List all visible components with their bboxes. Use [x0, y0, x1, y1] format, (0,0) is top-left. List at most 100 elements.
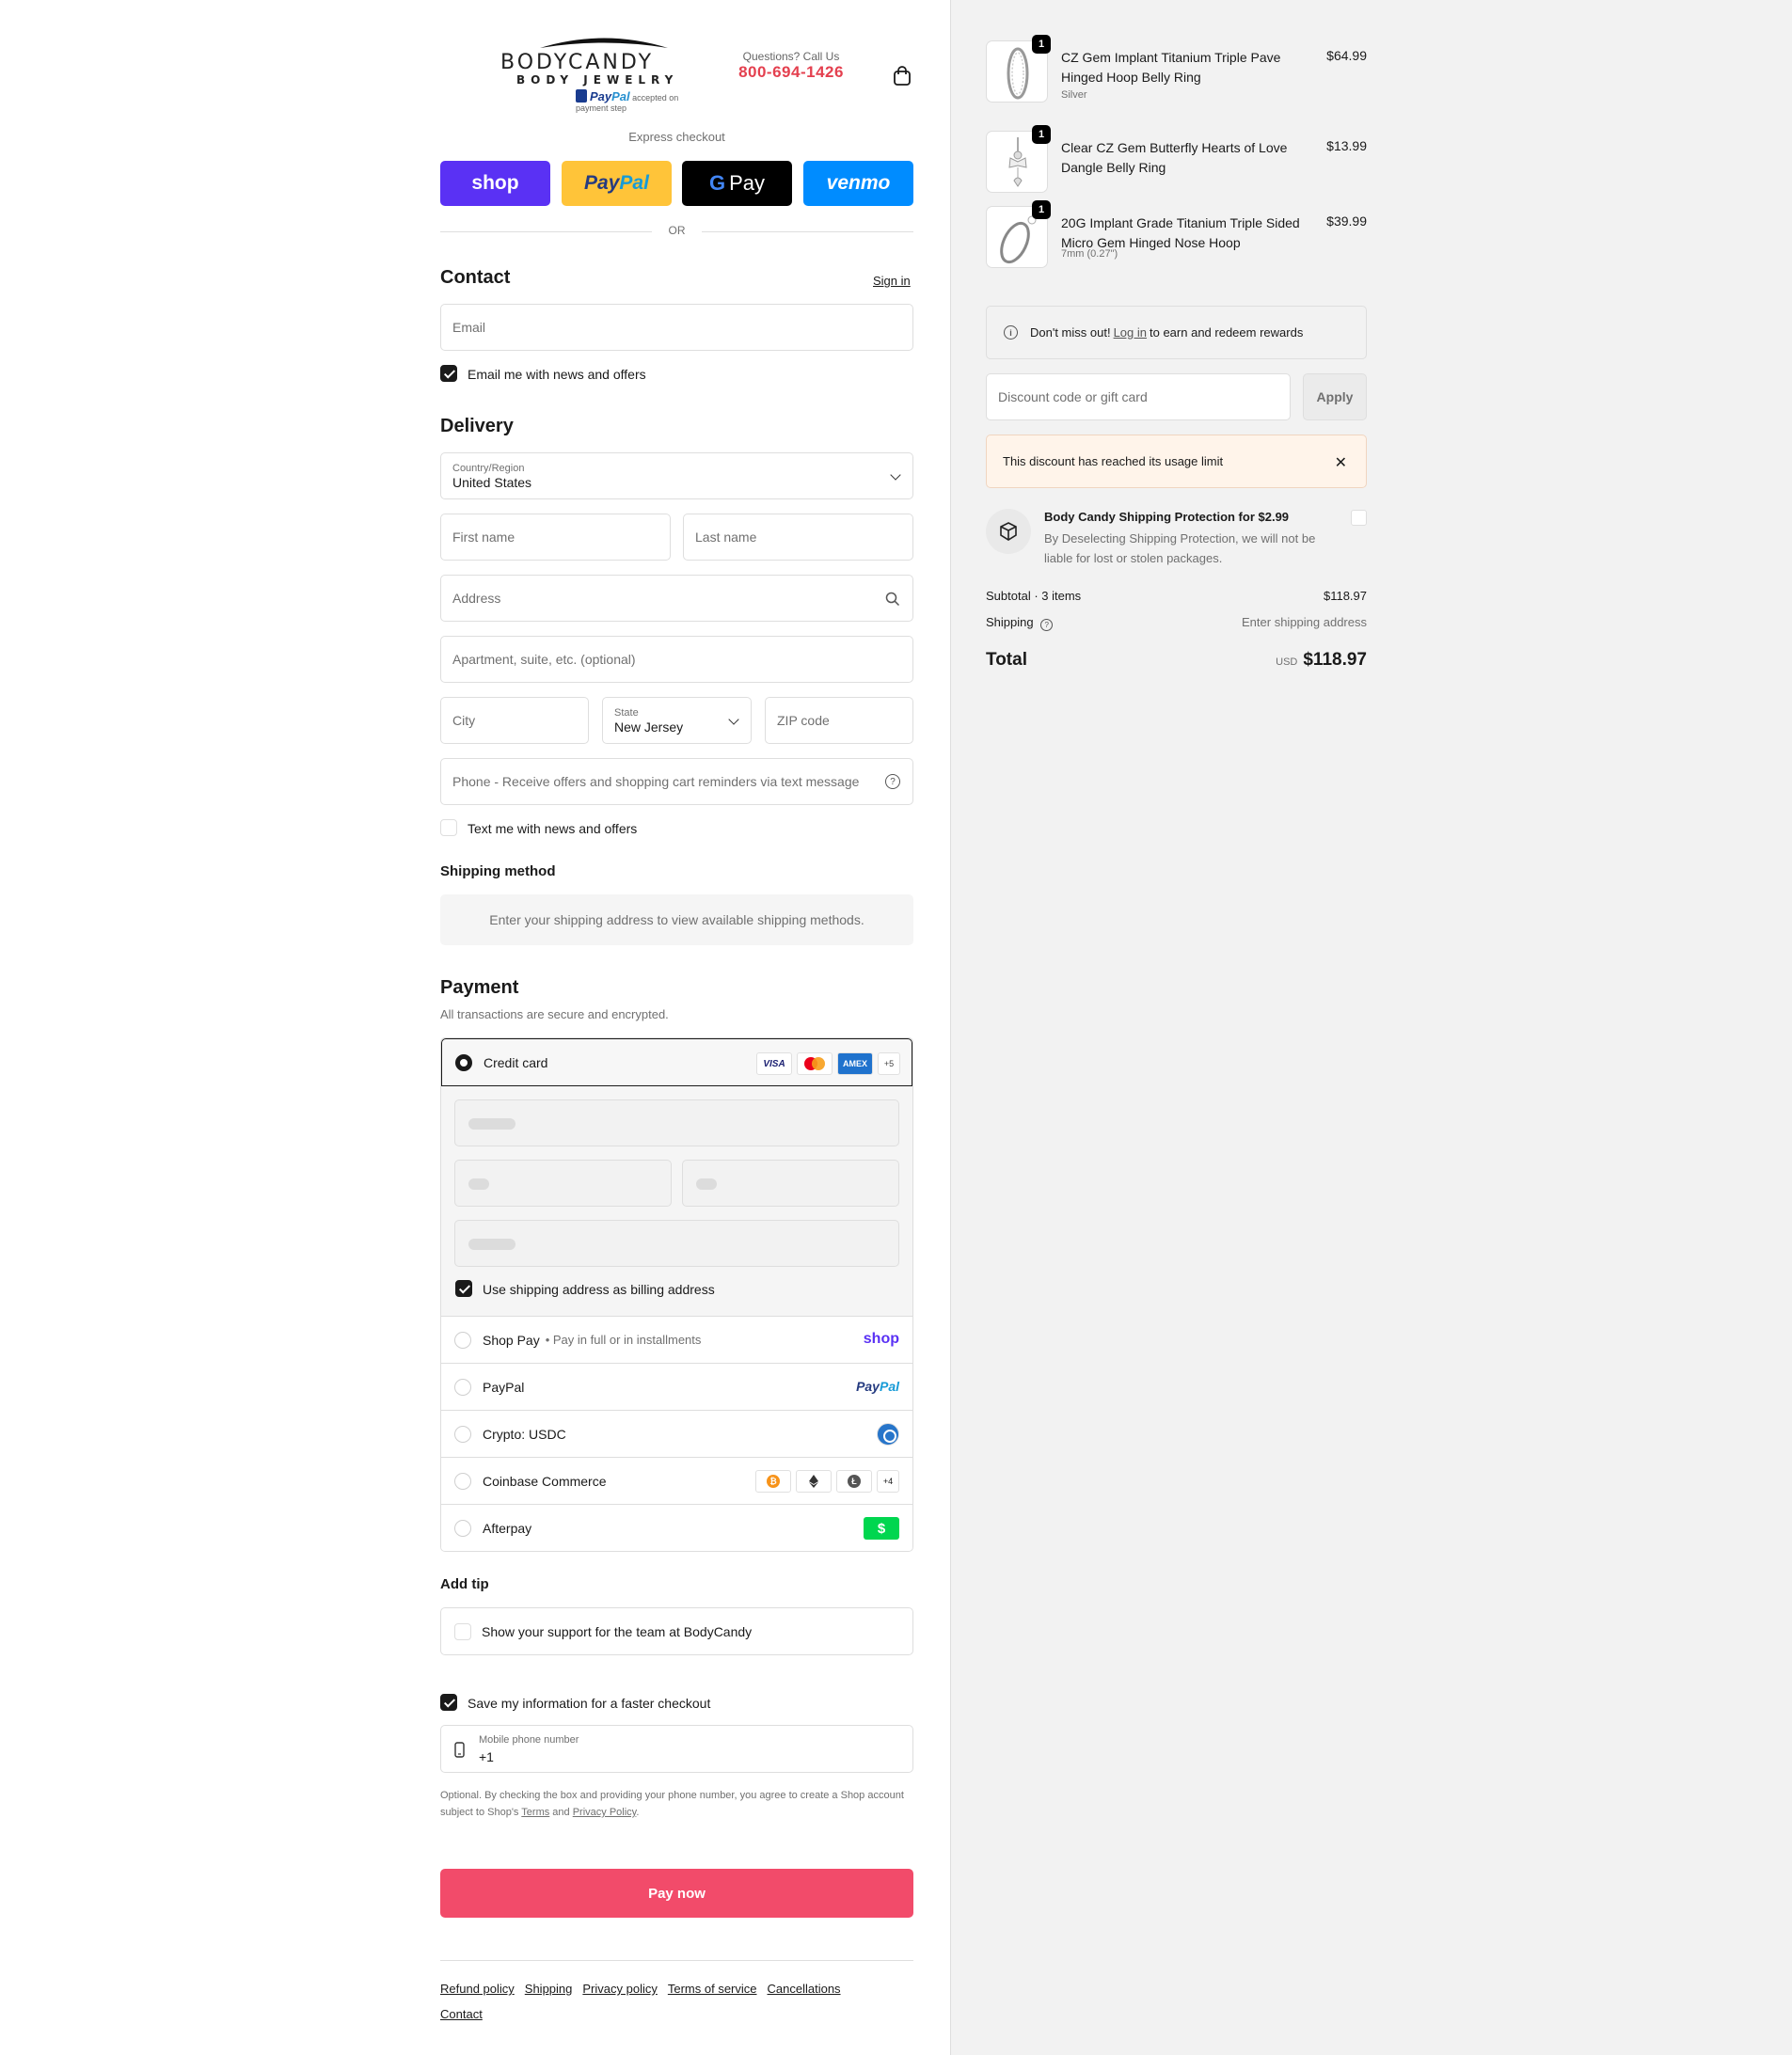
mobile-phone-value: +1 — [479, 1749, 494, 1764]
info-icon: i — [1004, 325, 1018, 340]
brand-logo[interactable]: BODYCANDY BODY JEWELRY PayPal accepted o… — [500, 34, 712, 113]
total-value: $118.97 — [1303, 650, 1367, 670]
payment-subtitle: All transactions are secure and encrypte… — [440, 1007, 669, 1021]
terms-link[interactable]: Terms — [521, 1807, 549, 1818]
product-name: Clear CZ Gem Butterfly Hearts of Love Da… — [1061, 140, 1288, 175]
protection-checkbox[interactable] — [1351, 510, 1367, 526]
shipping-method-title: Shipping method — [440, 863, 556, 879]
expiration-field[interactable] — [454, 1160, 672, 1207]
product-name: CZ Gem Implant Titanium Triple Pave Hing… — [1061, 50, 1281, 85]
paypal-mark-icon — [576, 89, 587, 103]
ethereum-icon — [796, 1470, 832, 1493]
save-info-checkbox[interactable] — [440, 1694, 457, 1711]
log-in-link[interactable]: Log in — [1114, 325, 1147, 340]
email-field[interactable]: Email — [440, 304, 913, 351]
text-opt-in-checkbox[interactable] — [440, 819, 457, 836]
shop-pay-option[interactable]: Shop Pay • Pay in full or in installment… — [441, 1316, 912, 1363]
more-cards-badge: +5 — [878, 1052, 900, 1075]
crypto-usdc-option[interactable]: Crypto: USDC — [441, 1410, 912, 1457]
name-on-card-field[interactable] — [454, 1220, 899, 1267]
mobile-phone-field[interactable]: Mobile phone number +1 — [440, 1725, 913, 1773]
email-opt-in-checkbox[interactable] — [440, 365, 457, 382]
afterpay-radio[interactable] — [454, 1519, 471, 1537]
package-icon — [986, 509, 1031, 554]
privacy-policy-link[interactable]: Privacy Policy — [573, 1807, 637, 1818]
save-info-label: Save my information for a faster checkou… — [468, 1696, 711, 1711]
coinbase-radio[interactable] — [454, 1472, 471, 1490]
quantity-badge: 1 — [1032, 200, 1051, 219]
security-code-field[interactable] — [682, 1160, 899, 1207]
terms-of-service-link[interactable]: Terms of service — [668, 1982, 757, 1996]
help-icon[interactable]: ? — [885, 774, 900, 789]
checkout-main: BODYCANDY BODY JEWELRY PayPal accepted o… — [0, 0, 950, 2055]
paypal-radio[interactable] — [454, 1378, 471, 1396]
credit-card-label: Credit card — [484, 1054, 548, 1070]
refund-policy-link[interactable]: Refund policy — [440, 1982, 515, 1996]
shipping-help-icon[interactable]: ? — [1040, 619, 1054, 631]
apply-discount-button[interactable]: Apply — [1303, 373, 1367, 420]
bitcoin-icon: ₿ — [755, 1470, 791, 1493]
crypto-coin-icons: ₿ Ł +4 — [755, 1470, 899, 1493]
logo-arc-icon — [540, 38, 668, 48]
shipping-value: Enter shipping address — [1242, 615, 1367, 629]
brand-sub-text: BODY JEWELRY — [516, 73, 679, 87]
billing-same-label: Use shipping address as billing address — [483, 1282, 715, 1297]
shopping-bag-icon[interactable] — [893, 66, 912, 87]
afterpay-option[interactable]: Afterpay $ — [441, 1504, 912, 1551]
shop-account-note: Optional. By checking the box and provid… — [440, 1790, 904, 1818]
or-divider: OR — [440, 224, 913, 239]
payment-methods: Credit card VISA AMEX +5 Use shipping ad… — [440, 1037, 913, 1552]
product-price: $13.99 — [1326, 138, 1367, 153]
protection-description: By Deselecting Shipping Protection, we w… — [1044, 531, 1316, 565]
paypal-express-button[interactable]: Pay Pal — [562, 161, 672, 206]
card-fields: Use shipping address as billing address — [441, 1086, 912, 1316]
billing-same-checkbox[interactable] — [455, 1280, 472, 1297]
shipping-link[interactable]: Shipping — [525, 1982, 573, 1996]
address-field[interactable]: Address — [440, 575, 913, 622]
country-select[interactable]: Country/Region United States — [440, 452, 913, 499]
privacy-policy-footer-link[interactable]: Privacy policy — [582, 1982, 657, 1996]
cancellations-link[interactable]: Cancellations — [768, 1982, 841, 1996]
coinbase-option[interactable]: Coinbase Commerce ₿ Ł +4 — [441, 1457, 912, 1504]
crypto-radio[interactable] — [454, 1425, 471, 1443]
credit-card-radio[interactable] — [455, 1053, 472, 1071]
footer-links: Refund policy Shipping Privacy policy Terms… — [440, 1976, 913, 2027]
contact-title: Contact — [440, 267, 511, 288]
discount-code-input[interactable]: Discount code or gift card — [986, 373, 1291, 420]
credit-card-option[interactable]: Credit card VISA AMEX +5 — [441, 1038, 912, 1086]
tip-label: Show your support for the team at BodyCa… — [482, 1624, 753, 1639]
more-coins-badge: +4 — [877, 1470, 899, 1493]
first-name-field[interactable]: First name — [440, 514, 671, 561]
add-tip-title: Add tip — [440, 1576, 489, 1592]
mobile-phone-icon — [454, 1742, 465, 1758]
shop-pay-express-button[interactable]: shop — [440, 161, 550, 206]
support-phone-number[interactable]: 800-694-1426 — [730, 63, 852, 82]
currency-code: USD — [1276, 656, 1298, 668]
zip-field[interactable]: ZIP code — [765, 697, 913, 744]
google-pay-express-button[interactable]: G Pay — [682, 161, 792, 206]
apartment-field[interactable]: Apartment, suite, etc. (optional) — [440, 636, 913, 683]
pay-now-button[interactable]: Pay now — [440, 1869, 913, 1918]
contact-link[interactable]: Contact — [440, 2007, 483, 2021]
subtotal-row: Subtotal · 3 items $118.97 — [986, 589, 1367, 603]
product-variant: 7mm (0.27") — [1061, 248, 1118, 260]
sign-in-link[interactable]: Sign in — [873, 274, 911, 288]
venmo-express-button[interactable]: venmo — [803, 161, 913, 206]
search-icon — [885, 592, 900, 607]
state-select[interactable]: State New Jersey — [602, 697, 752, 744]
delivery-title: Delivery — [440, 416, 514, 436]
phone-field[interactable]: Phone - Receive offers and shopping cart… — [440, 758, 913, 805]
city-field[interactable]: City — [440, 697, 589, 744]
cart-item: 1 Clear CZ Gem Butterfly Hearts of Love … — [986, 125, 1367, 198]
close-icon[interactable]: ✕ — [1335, 453, 1347, 472]
shop-pay-radio[interactable] — [454, 1331, 471, 1349]
tip-checkbox[interactable] — [454, 1623, 471, 1640]
afterpay-icon: $ — [864, 1517, 899, 1540]
card-number-field[interactable] — [454, 1099, 899, 1146]
tip-option[interactable]: Show your support for the team at BodyCa… — [440, 1607, 913, 1655]
shop-pay-logo: shop — [863, 1331, 899, 1347]
product-price: $39.99 — [1326, 213, 1367, 229]
cart-item: 1 CZ Gem Implant Titanium Triple Pave Hi… — [986, 35, 1367, 108]
last-name-field[interactable]: Last name — [683, 514, 913, 561]
paypal-option[interactable]: PayPal PayPal — [441, 1363, 912, 1410]
